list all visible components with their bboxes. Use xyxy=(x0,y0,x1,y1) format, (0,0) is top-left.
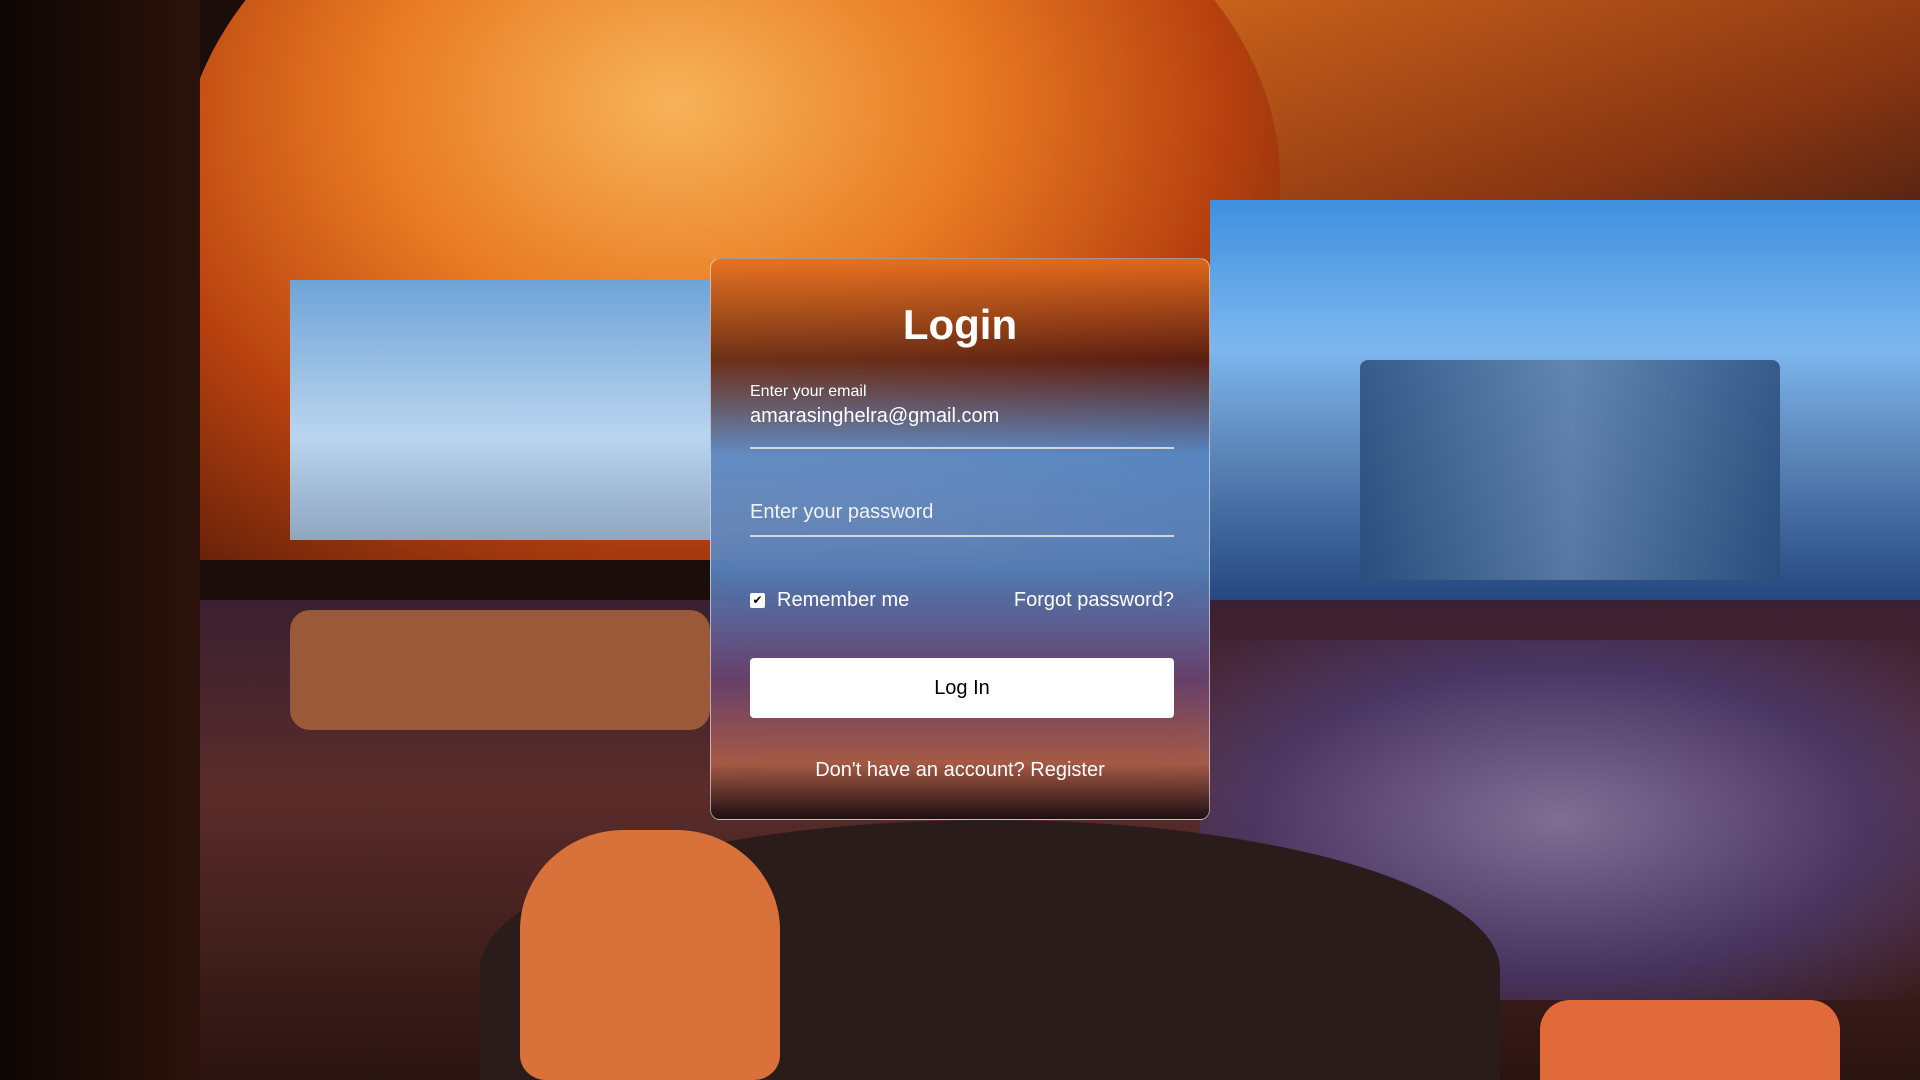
email-label: Enter your email xyxy=(750,383,867,400)
email-input[interactable]: amarasinghelra@gmail.com xyxy=(750,405,999,428)
password-field[interactable]: Enter your password xyxy=(750,471,1174,537)
login-title: Login xyxy=(902,301,1018,348)
login-card: Login Enter your email amarasinghelra@gm… xyxy=(710,258,1210,820)
remember-checkbox[interactable]: ✔ xyxy=(750,593,765,608)
register-link[interactable]: Don't have an account? Register xyxy=(711,759,1209,782)
remember-me[interactable]: ✔ Remember me xyxy=(750,589,909,612)
email-field[interactable]: Enter your email amarasinghelra@gmail.co… xyxy=(750,383,1174,449)
login-button[interactable]: Log In xyxy=(750,658,1174,718)
options-row: ✔ Remember me Forgot password? xyxy=(750,589,1174,612)
forgot-password-link[interactable]: Forgot password? xyxy=(1014,589,1174,612)
password-input[interactable]: Enter your password xyxy=(750,501,933,524)
remember-label: Remember me xyxy=(777,589,910,611)
